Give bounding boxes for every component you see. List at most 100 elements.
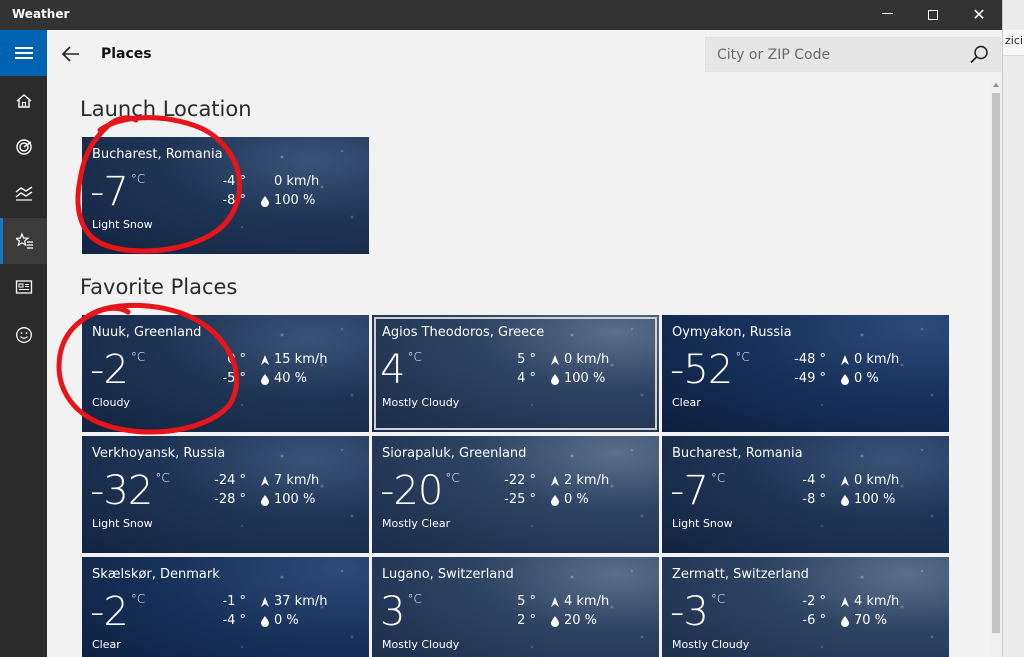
nav-forecast[interactable] [0,124,47,170]
tile-high: 0 ° [227,352,246,367]
favorite-place-tile[interactable]: Agios Theodoros, Greece 4 °C 5 ° 4 ° 0 km… [372,315,659,432]
window-title: Weather [12,7,70,21]
close-button[interactable]: ✕ [956,0,1002,30]
tile-low: -4 ° [222,613,246,628]
page-header: Places [47,30,1002,79]
tile-low: -49 ° [794,371,826,386]
wind-direction-icon [261,475,269,486]
tile-low: -5 ° [222,371,246,386]
page-title: Places [101,46,152,62]
tile-condition: Light Snow [672,517,733,530]
close-icon: ✕ [972,5,986,24]
nav-places[interactable] [0,218,47,264]
tile-humidity: 70 % [840,613,887,628]
humidity-drop-icon [551,373,559,385]
tile-high: -2 ° [802,594,826,609]
tile-high: -4 ° [222,174,246,189]
tile-low: -8 ° [222,193,246,208]
tile-high: 5 ° [517,594,536,609]
favorite-place-tile[interactable]: Siorapaluk, Greenland -20 °C -22 ° -25 ° … [372,436,659,553]
humidity-drop-icon [841,615,849,627]
home-icon [16,94,31,108]
feedback-icon [15,327,32,343]
tile-low: -6 ° [802,613,826,628]
tile-low: -25 ° [504,492,536,507]
news-icon [15,280,32,294]
nav-news[interactable] [0,264,47,310]
places-icon [16,232,33,249]
launch-location-heading: Launch Location [80,97,252,121]
tile-wind: 0 km/h [260,174,319,189]
tile-wind: 2 km/h [550,473,609,488]
tile-humidity: 100 % [840,492,895,507]
tile-temperature: -7 °C [670,468,726,514]
humidity-drop-icon [551,615,559,627]
menu-icon [14,44,33,62]
historical-icon [15,186,32,201]
tile-humidity: 100 % [260,492,315,507]
tile-condition: Clear [92,638,121,651]
favorite-place-tile[interactable]: Bucharest, Romania -7 °C -4 ° -8 ° 0 km/h… [662,436,949,553]
tile-high: -4 ° [802,473,826,488]
humidity-drop-icon [551,494,559,506]
favorite-place-tile[interactable]: Skælskør, Denmark -2 °C -1 ° -4 ° 37 km/h… [82,557,369,657]
tile-temperature: -32 °C [90,468,170,514]
favorite-place-tile[interactable]: Verkhoyansk, Russia -32 °C -24 ° -28 ° 7 … [82,436,369,553]
tile-condition: Clear [672,396,701,409]
weather-app-window: Weather ✕ zici Places City or ZIP Code L… [0,0,1024,657]
tile-wind: 15 km/h [260,352,328,367]
wind-direction-icon [841,354,849,365]
tile-condition: Light Snow [92,218,153,231]
wind-direction-icon [551,475,559,486]
tile-humidity: 40 % [260,371,307,386]
places-content: Launch Location Bucharest, Romania -7 °C … [47,79,990,657]
humidity-drop-icon [261,494,269,506]
humidity-drop-icon [261,615,269,627]
scrollbar-thumb[interactable] [992,93,1000,633]
tile-location-name: Skælskør, Denmark [92,567,220,582]
left-nav [0,30,47,657]
tile-location-name: Oymyakon, Russia [672,325,792,340]
tile-condition: Cloudy [92,396,130,409]
launch-location-tile[interactable]: Bucharest, Romania -7 °C -4 ° -8 ° 0 km/h… [82,137,369,254]
tile-humidity: 20 % [550,613,597,628]
tile-temperature: -20 °C [380,468,460,514]
tile-humidity: 100 % [550,371,605,386]
tile-location-name: Zermatt, Switzerland [672,567,809,582]
maximize-button[interactable] [910,0,956,30]
scroll-up-icon[interactable] [992,81,1000,89]
wind-direction-icon [551,354,559,365]
nav-feedback[interactable] [0,312,47,358]
tile-location-name: Lugano, Switzerland [382,567,514,582]
nav-home[interactable] [0,78,47,124]
humidity-drop-icon [841,494,849,506]
tile-humidity: 0 % [260,613,299,628]
minimize-button[interactable] [864,0,910,30]
tile-location-name: Agios Theodoros, Greece [382,325,545,340]
tile-temperature: -7 °C [90,169,146,215]
favorite-place-tile[interactable]: Zermatt, Switzerland -3 °C -2 ° -6 ° 4 km… [662,557,949,657]
tile-wind: 0 km/h [840,473,899,488]
back-arrow-icon[interactable] [59,42,83,66]
tile-humidity: 0 % [550,492,589,507]
tile-wind: 37 km/h [260,594,328,609]
tile-high: 5 ° [517,352,536,367]
nav-historical[interactable] [0,170,47,216]
tile-humidity: 100 % [260,193,315,208]
tile-low: -8 ° [802,492,826,507]
tile-temperature: -52 °C [670,347,750,393]
wind-direction-icon [260,176,270,188]
tile-temperature: 3 °C [380,589,422,635]
favorite-place-tile[interactable]: Lugano, Switzerland 3 °C 5 ° 2 ° 4 km/h 2… [372,557,659,657]
tile-condition: Light Snow [92,517,153,530]
favorite-place-tile[interactable]: Nuuk, Greenland -2 °C 0 ° -5 ° 15 km/h 40… [82,315,369,432]
background-text: zici [1005,34,1023,47]
tile-wind: 4 km/h [550,594,609,609]
favorite-place-tile[interactable]: Oymyakon, Russia -52 °C -48 ° -49 ° 0 km/… [662,315,949,432]
tile-high: -24 ° [214,473,246,488]
search-icon[interactable] [968,44,990,66]
content-scrollbar[interactable] [990,79,1002,657]
search-input[interactable] [706,38,962,71]
menu-button[interactable] [0,30,47,76]
wind-direction-icon [261,354,269,365]
